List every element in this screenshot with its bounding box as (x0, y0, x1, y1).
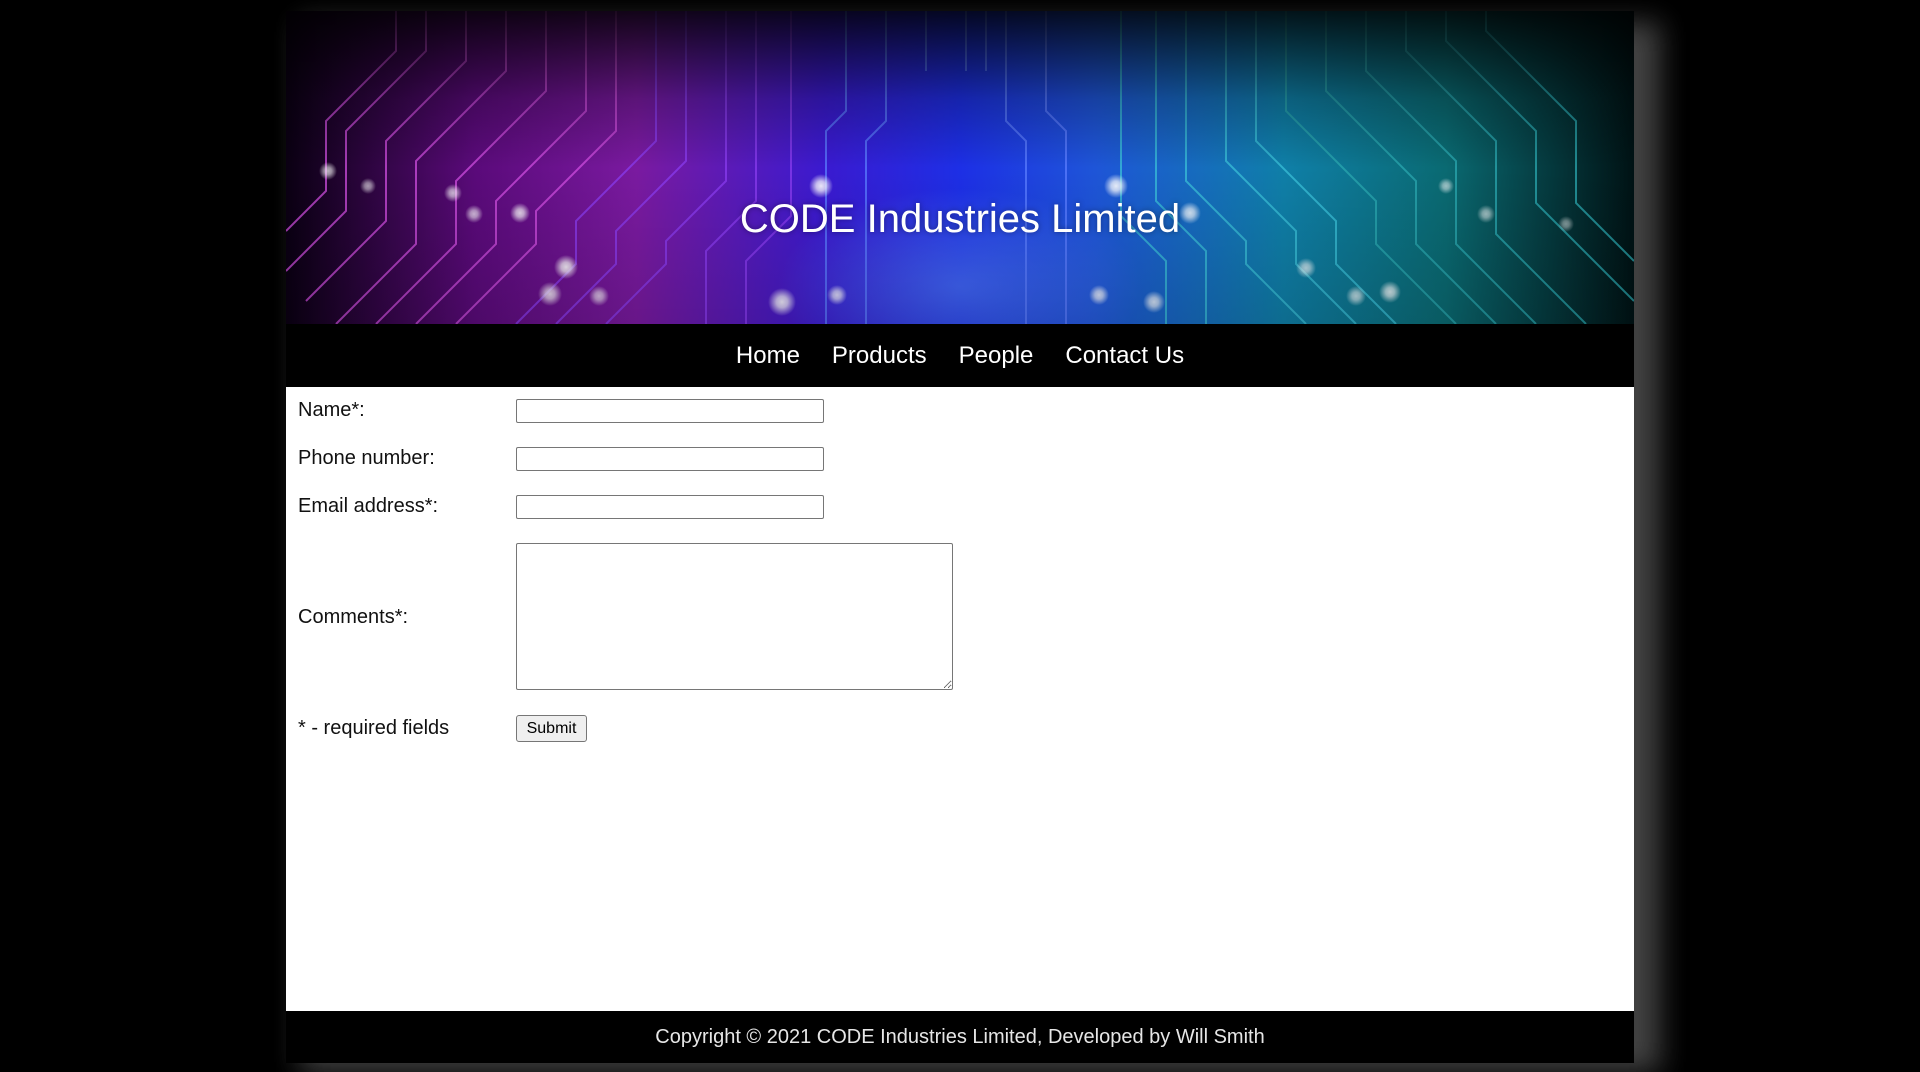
footer: Copyright © 2021 CODE Industries Limited… (286, 1011, 1634, 1063)
nav-item-contact-us[interactable]: Contact Us (1065, 342, 1184, 370)
site-title: CODE Industries Limited (739, 197, 1181, 241)
nav-item-home[interactable]: Home (736, 342, 800, 370)
comments-label: Comments*: (298, 606, 409, 628)
required-fields-note: * - required fields (298, 717, 450, 739)
main-nav: Home Products People Contact Us (286, 324, 1634, 387)
header-banner: CODE Industries Limited (286, 11, 1634, 324)
page-container: CODE Industries Limited Home Products Pe… (286, 11, 1634, 1063)
email-label: Email address*: (298, 495, 439, 517)
nav-item-products[interactable]: Products (832, 342, 927, 370)
email-field[interactable] (516, 495, 824, 519)
circuit-board-graphic (286, 11, 1634, 324)
copyright-text: Copyright © 2021 CODE Industries Limited… (655, 1025, 1265, 1048)
phone-field[interactable] (516, 447, 824, 471)
name-label: Name*: (298, 399, 365, 421)
nav-item-people[interactable]: People (959, 342, 1034, 370)
phone-label: Phone number: (298, 447, 435, 469)
comments-field[interactable] (516, 543, 953, 690)
submit-button[interactable]: Submit (516, 715, 587, 742)
name-field[interactable] (516, 399, 824, 423)
